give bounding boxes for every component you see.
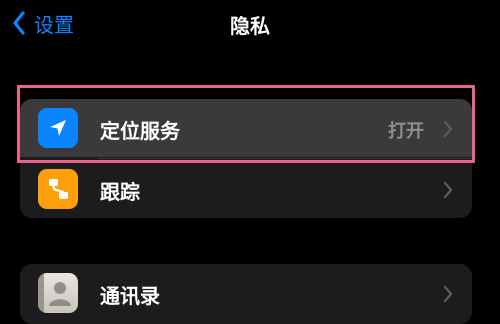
tracking-row[interactable]: 跟踪	[20, 160, 472, 218]
location-services-label: 定位服务	[100, 119, 180, 143]
tracking-label: 跟踪	[100, 180, 140, 204]
page-title: 隐私	[230, 14, 270, 38]
chevron-right-icon	[442, 119, 454, 139]
location-arrow-icon	[38, 108, 78, 148]
chevron-right-icon	[442, 180, 454, 200]
navigation-bar: 设置 隐私	[0, 0, 500, 48]
contacts-row[interactable]: 通讯录	[20, 264, 472, 322]
contacts-icon	[38, 273, 78, 313]
location-services-row[interactable]: 定位服务 打开	[20, 99, 472, 157]
tracking-icon	[38, 169, 78, 209]
location-services-status: 打开	[388, 121, 424, 142]
privacy-settings-group: 定位服务 打开 跟踪	[20, 99, 472, 218]
contacts-group: 通讯录	[20, 264, 472, 324]
chevron-right-icon	[442, 284, 454, 304]
row-divider	[98, 158, 472, 159]
contacts-label: 通讯录	[100, 284, 160, 308]
